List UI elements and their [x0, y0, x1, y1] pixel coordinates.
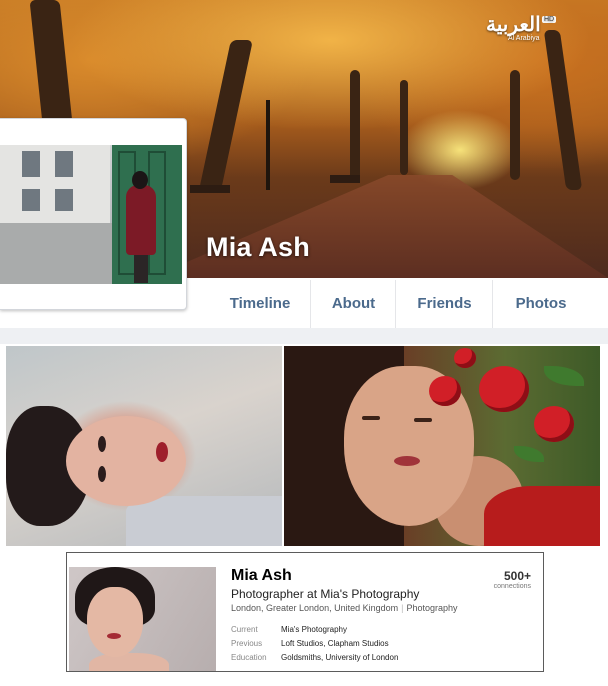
window — [55, 189, 73, 211]
tree-trunk — [199, 40, 253, 190]
education-label: Education — [231, 653, 267, 662]
previous-label: Previous — [231, 639, 263, 648]
rose — [479, 366, 529, 412]
lips — [156, 442, 168, 462]
connections-number: 500+ — [503, 569, 531, 583]
rose — [429, 376, 461, 406]
rose — [454, 348, 476, 368]
window — [22, 151, 40, 177]
lamp-post — [266, 100, 270, 190]
lips — [394, 456, 420, 466]
leaf — [514, 446, 544, 462]
tab-timeline[interactable]: Timeline — [210, 280, 310, 328]
profile-nav: Timeline About Friends Photos — [200, 280, 608, 329]
person-figure — [126, 185, 156, 255]
linkedin-profile-photo[interactable] — [69, 567, 216, 671]
person-legs — [134, 255, 148, 283]
logo-arabic-text: العربية — [486, 14, 541, 36]
channel-logo: العربية HD Al Arabiya — [486, 12, 557, 42]
tab-friends[interactable]: Friends — [395, 280, 493, 328]
current-row: Current Mia's Photography — [231, 625, 347, 634]
neck — [89, 653, 169, 671]
bench — [330, 175, 360, 183]
linkedin-headline: Photographer at Mia's Photography — [231, 587, 420, 601]
previous-value[interactable]: Loft Studios, Clapham Studios — [281, 639, 389, 648]
ground — [0, 223, 120, 284]
linkedin-location[interactable]: London, Greater London, United Kingdom — [231, 603, 398, 613]
tab-photos[interactable]: Photos — [492, 280, 589, 328]
linkedin-location-line: London, Greater London, United Kingdom | P… — [231, 603, 458, 613]
profile-picture[interactable] — [0, 145, 182, 284]
connections-count: 500+ connections — [494, 569, 531, 590]
photo-woman-roses — [284, 346, 600, 546]
logo-hd-badge: HD — [542, 16, 557, 23]
leaf — [544, 366, 584, 386]
tree-trunk — [350, 70, 360, 180]
linkedin-industry[interactable]: Photography — [406, 603, 457, 613]
rose — [534, 406, 574, 442]
eye — [414, 418, 432, 422]
current-value[interactable]: Mia's Photography — [281, 625, 347, 634]
person-head — [132, 171, 148, 189]
window — [22, 189, 40, 211]
lips — [107, 633, 121, 639]
eye — [362, 416, 380, 420]
linkedin-profile-card: Mia Ash Photographer at Mia's Photograph… — [66, 552, 544, 672]
logo-english-text: Al Arabiya — [508, 35, 540, 42]
linkedin-name[interactable]: Mia Ash — [231, 567, 292, 585]
tab-about[interactable]: About — [310, 280, 396, 328]
tree-trunk — [400, 80, 408, 175]
current-label: Current — [231, 625, 258, 634]
tree-trunk — [543, 30, 583, 190]
connections-label: connections — [493, 583, 531, 590]
profile-picture-frame[interactable] — [0, 118, 187, 310]
education-value[interactable]: Goldsmiths, University of London — [281, 653, 398, 662]
face — [66, 416, 186, 506]
face — [87, 587, 143, 657]
profile-name[interactable]: Mia Ash — [206, 232, 310, 263]
section-divider — [0, 328, 608, 344]
eye — [98, 436, 106, 452]
photo-woman-lying — [6, 346, 282, 546]
previous-row: Previous Loft Studios, Clapham Studios — [231, 639, 389, 648]
tree-trunk — [510, 70, 520, 180]
bench — [190, 185, 230, 193]
window — [55, 151, 73, 177]
education-row: Education Goldsmiths, University of Londo… — [231, 653, 398, 662]
eye — [98, 466, 106, 482]
red-dress — [484, 486, 600, 546]
fabric — [126, 496, 282, 546]
